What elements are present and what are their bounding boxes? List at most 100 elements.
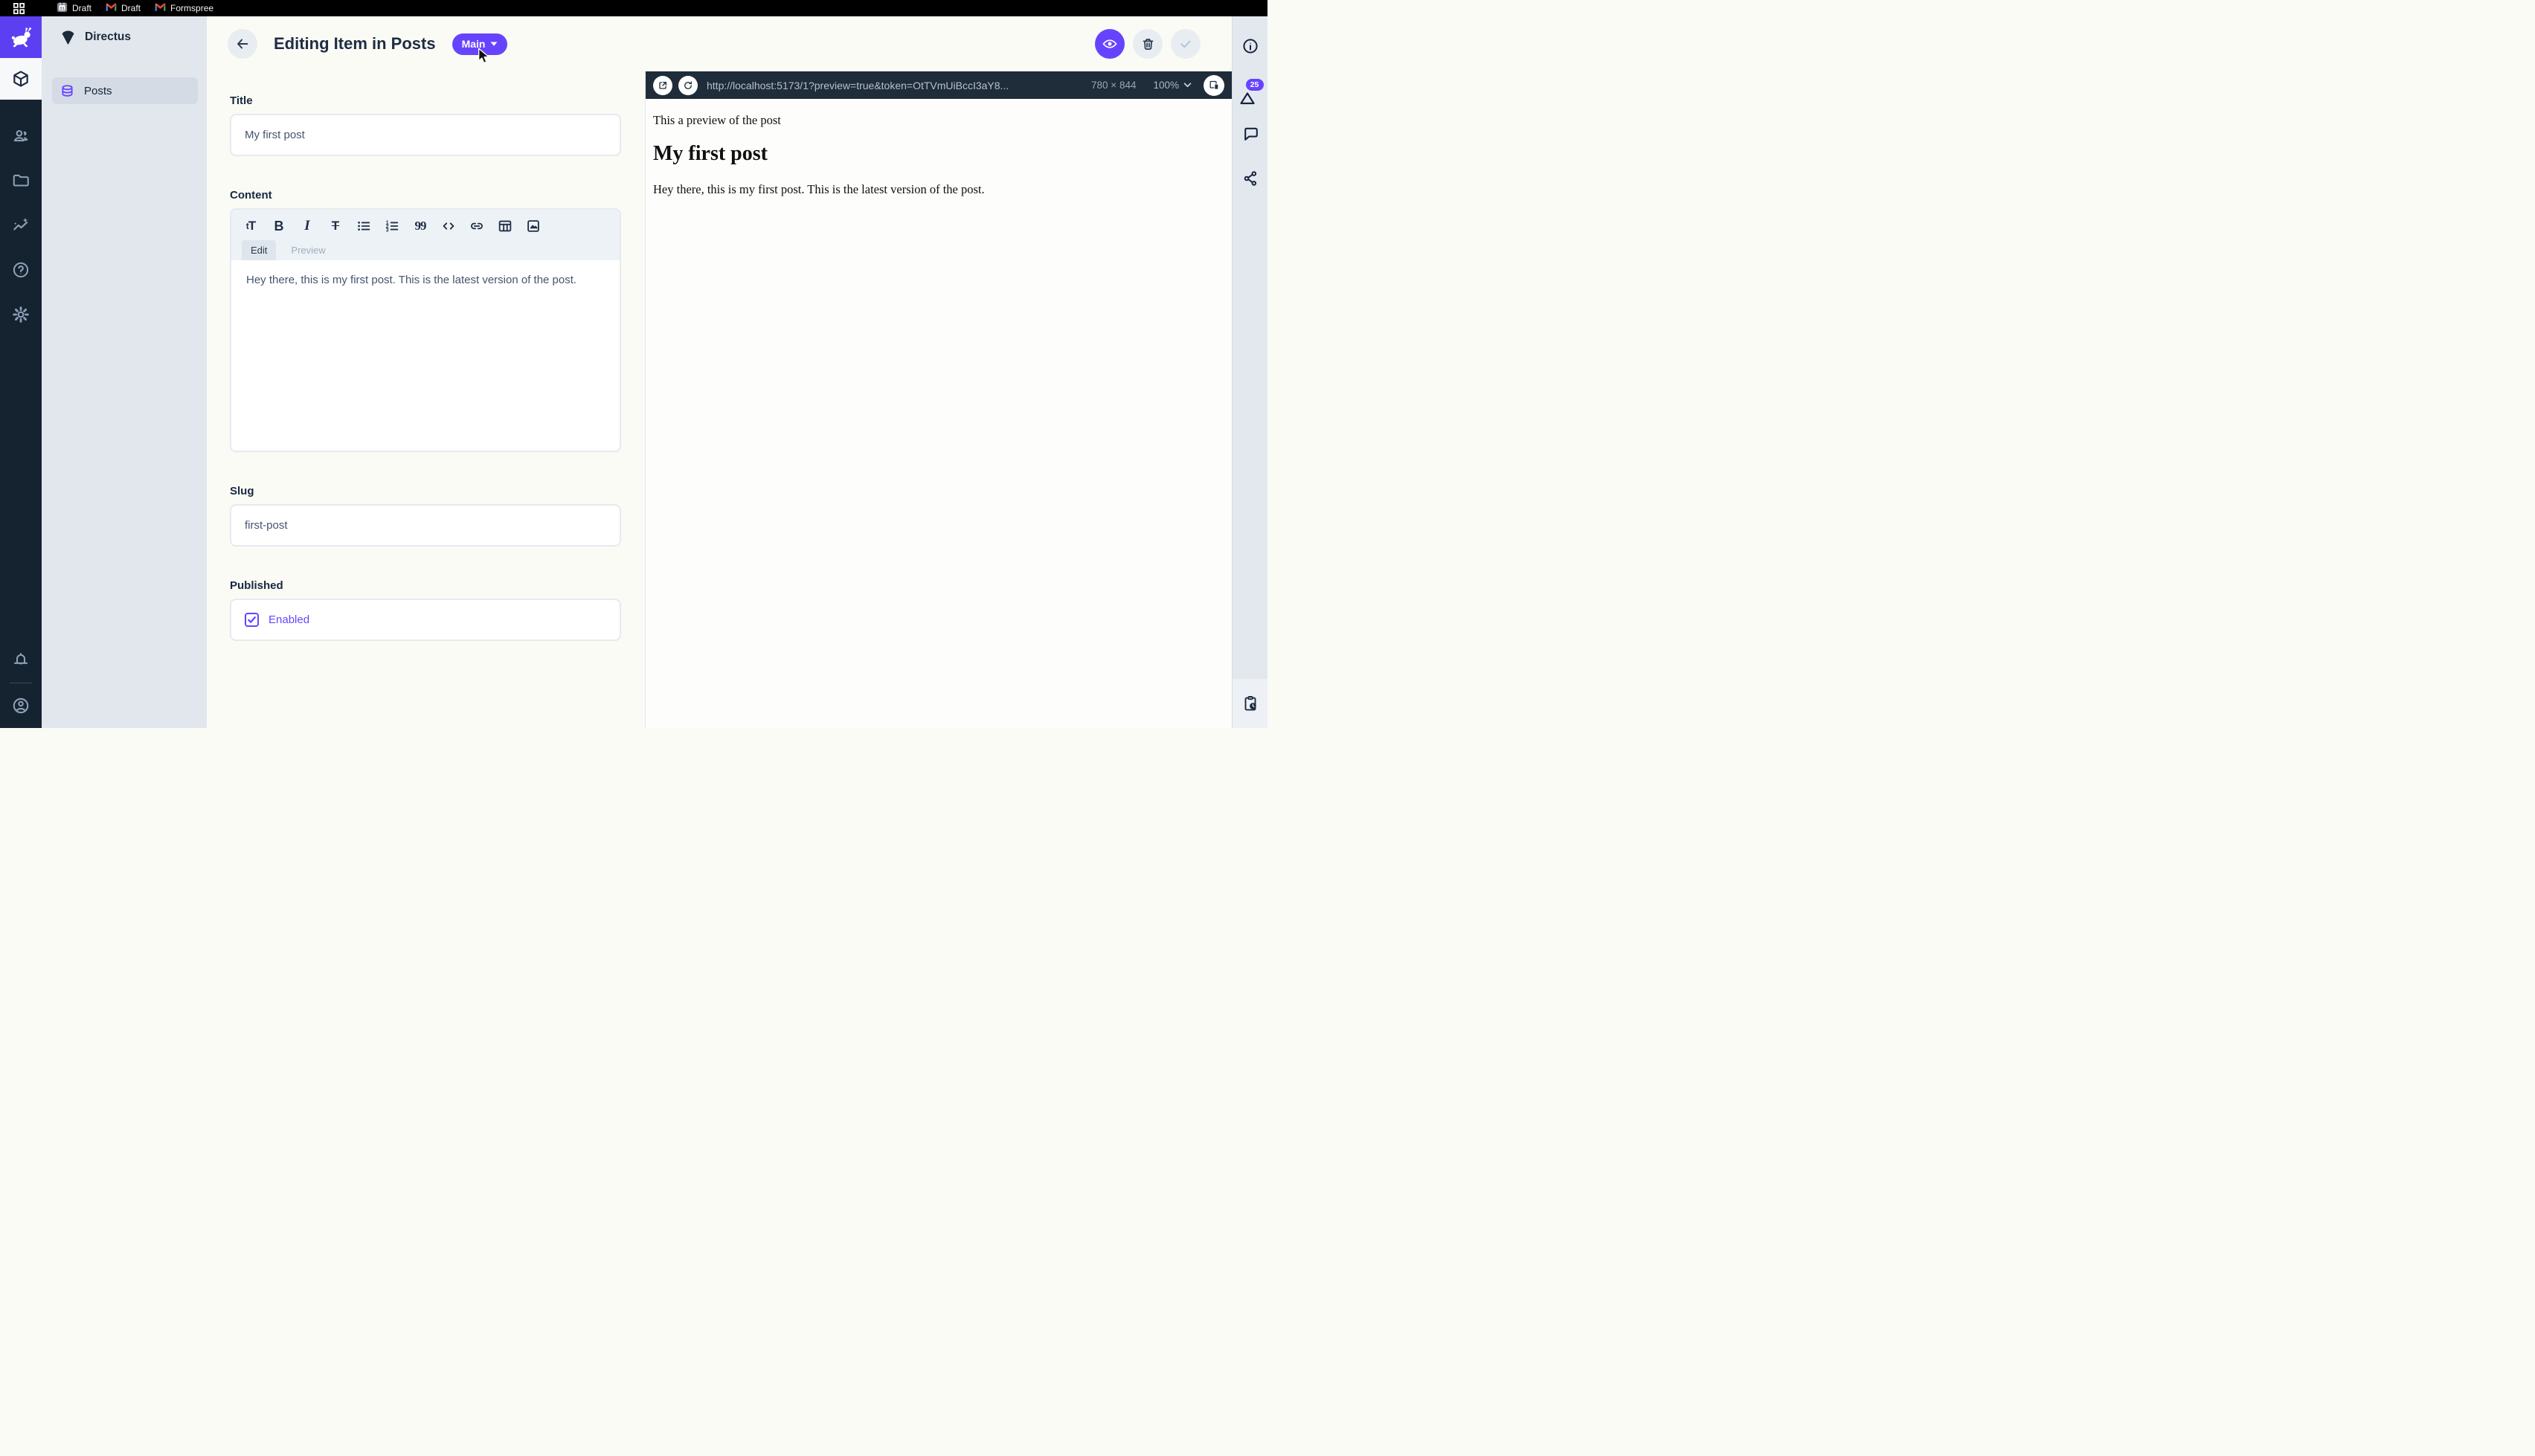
check-icon — [1177, 36, 1194, 52]
tab-label: Formspree — [170, 3, 213, 13]
revisions-badge: 25 — [1246, 79, 1264, 91]
format-text-size-icon[interactable]: tT — [242, 217, 260, 235]
live-preview-panel: http://localhost:5173/1?preview=true&tok… — [645, 71, 1232, 728]
account-avatar[interactable] — [0, 683, 42, 728]
info-button[interactable] — [1241, 37, 1259, 55]
revisions-button[interactable]: 25 — [1237, 79, 1264, 109]
back-arrow-icon — [234, 36, 251, 52]
notifications-bell[interactable] — [0, 638, 42, 683]
editor-toolbar: tT B I T — [242, 216, 609, 236]
delete-button[interactable] — [1133, 29, 1163, 59]
preview-url[interactable]: http://localhost:5173/1?preview=true&tok… — [707, 80, 1082, 91]
published-label: Published — [230, 579, 621, 592]
strikethrough-icon[interactable]: T — [327, 217, 344, 235]
right-sidebar: 25 — [1232, 16, 1268, 728]
database-icon — [60, 83, 75, 99]
revisions-triangle-icon — [1238, 89, 1256, 107]
image-icon[interactable] — [524, 217, 542, 235]
sidebar-item-posts[interactable]: Posts — [52, 77, 198, 104]
sidebar-item-label: Posts — [84, 85, 112, 97]
gmail-icon — [106, 3, 117, 14]
code-icon[interactable] — [440, 217, 457, 235]
module-settings[interactable] — [0, 292, 42, 337]
live-preview-button[interactable] — [1095, 29, 1125, 59]
preview-heading: My first post — [653, 142, 1214, 166]
main-body: Title My first post Content tT B I T — [207, 71, 1232, 728]
activity-log-button[interactable] — [1241, 695, 1259, 712]
content-value: Hey there, this is my first post. This i… — [246, 272, 602, 288]
comments-button[interactable] — [1241, 125, 1259, 143]
comment-icon — [1241, 125, 1259, 143]
table-icon[interactable] — [496, 217, 514, 235]
device-toggle-button[interactable] — [1204, 75, 1224, 96]
save-button[interactable] — [1171, 29, 1201, 59]
help-icon — [11, 260, 30, 280]
numbered-list-icon[interactable]: 1 2 3 — [383, 217, 401, 235]
trash-icon — [1140, 36, 1156, 52]
rabbit-icon — [8, 26, 33, 48]
content-textarea[interactable]: Hey there, this is my first post. This i… — [231, 260, 620, 451]
chevron-down-icon — [490, 42, 498, 46]
header-actions — [1095, 29, 1201, 59]
browser-tab-calendar-draft[interactable]: 31 Draft — [57, 1, 91, 15]
published-field: Enabled — [230, 599, 621, 641]
formspree-icon — [155, 3, 166, 14]
zoom-value: 100% — [1153, 80, 1179, 91]
open-in-new-button[interactable] — [653, 76, 672, 95]
refresh-button[interactable] — [678, 76, 698, 95]
directus-app: Directus Posts Editing Item in Posts Mai… — [0, 16, 1268, 728]
tab-label: Draft — [121, 3, 141, 13]
preview-intro-text: This a preview of the post — [653, 113, 1214, 128]
preview-toolbar: http://localhost:5173/1?preview=true&tok… — [646, 71, 1232, 99]
bold-icon[interactable]: B — [270, 217, 288, 235]
checkbox-check-icon — [247, 615, 257, 625]
users-icon — [11, 126, 30, 146]
italic-icon[interactable]: I — [298, 217, 316, 235]
published-checkbox-label[interactable]: Enabled — [269, 613, 309, 626]
browser-tab-gmail-draft[interactable]: Draft — [106, 3, 141, 14]
svg-text:31: 31 — [60, 7, 65, 11]
slug-label: Slug — [230, 485, 621, 497]
eye-icon — [1102, 36, 1118, 52]
link-icon[interactable] — [468, 217, 486, 235]
browser-tab-formspree[interactable]: Formspree — [155, 3, 213, 14]
main-area: Editing Item in Posts Main — [207, 16, 1232, 728]
project-sidebar: Directus Posts — [42, 16, 207, 728]
directus-logo[interactable] — [0, 16, 42, 58]
item-form: Title My first post Content tT B I T — [207, 71, 645, 728]
svg-text:3: 3 — [386, 228, 389, 233]
browser-topbar: 31 Draft Draft Formspree — [0, 0, 1268, 16]
version-selector-button[interactable]: Main — [452, 33, 508, 55]
tab-preview[interactable]: Preview — [282, 245, 334, 256]
project-header[interactable]: Directus — [42, 16, 207, 58]
title-value: My first post — [245, 129, 305, 141]
chevron-down-icon — [1183, 83, 1192, 88]
content-cube-icon — [11, 69, 30, 88]
zoom-select[interactable]: 100% — [1153, 80, 1192, 91]
account-circle-icon — [11, 696, 30, 715]
slug-input[interactable]: first-post — [230, 504, 621, 547]
back-button[interactable] — [228, 29, 257, 59]
apps-grid-icon[interactable] — [10, 1, 27, 15]
tab-edit[interactable]: Edit — [242, 240, 276, 260]
clipboard-clock-icon — [1241, 694, 1259, 713]
editor-toolbar-area: tT B I T — [231, 210, 620, 260]
editor-tabs: Edit Preview — [242, 240, 609, 260]
calendar-icon: 31 — [57, 1, 68, 15]
share-icon — [1241, 170, 1259, 187]
module-file-library[interactable] — [0, 158, 42, 203]
blockquote-icon[interactable]: 99 — [411, 217, 429, 235]
open-in-new-icon — [657, 80, 669, 91]
project-logo-icon — [60, 30, 77, 45]
module-docs[interactable] — [0, 248, 42, 292]
module-user-directory[interactable] — [0, 114, 42, 158]
title-input[interactable]: My first post — [230, 114, 621, 156]
published-checkbox[interactable] — [245, 613, 259, 627]
gear-icon — [11, 305, 30, 324]
folder-icon — [11, 171, 30, 190]
module-content[interactable] — [0, 58, 42, 100]
bullet-list-icon[interactable] — [355, 217, 373, 235]
module-insights[interactable] — [0, 203, 42, 248]
shares-button[interactable] — [1241, 170, 1259, 187]
insights-icon — [11, 216, 30, 235]
